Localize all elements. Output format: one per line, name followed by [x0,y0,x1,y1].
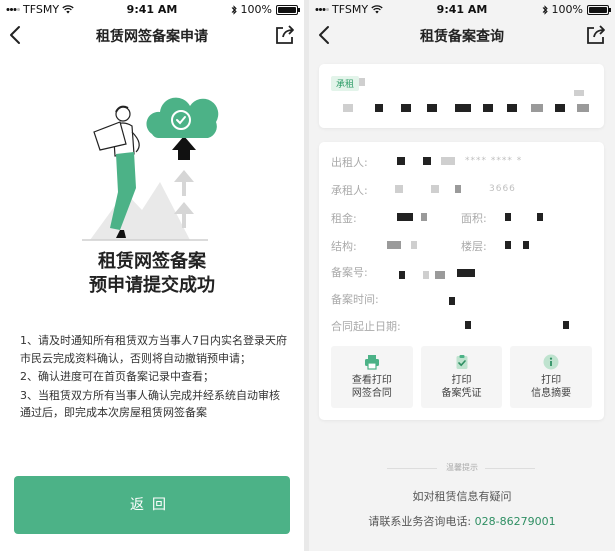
share-icon[interactable] [585,24,607,46]
print-contract-button[interactable]: 查看打印 网签合同 [331,346,413,408]
redacted-text [449,297,455,305]
nav-bar: 租赁备案查询 [309,20,615,50]
print-contract-line2: 网签合同 [351,388,392,399]
record-time-label: 备案时间: [331,293,379,306]
redacted-text [574,90,584,96]
action-buttons: 查看打印 网签合同 打印 备案凭证 打印 信息摘要 [331,346,593,408]
success-title: 租赁网签备案 预申请提交成功 [0,250,304,298]
success-line-2: 预申请提交成功 [89,275,215,296]
battery-percent: 100% [551,3,583,16]
print-voucher-line2: 备案凭证 [441,388,482,399]
battery-icon [587,4,611,15]
page-title: 租赁备案查询 [420,29,504,45]
redacted-text [375,104,383,112]
area-label: 面积: [461,212,487,225]
redacted-text [397,213,413,221]
redacted-text [465,321,471,329]
lessee-partial: 3666 [489,184,516,194]
redacted-text [431,185,439,193]
redacted-text [343,104,353,112]
lessor-masked: **** **** * [465,156,523,166]
print-summary-button[interactable]: 打印 信息摘要 [510,346,593,408]
status-right: 100% [231,3,300,16]
property-card[interactable]: 承租 [319,64,604,128]
print-summary-line2: 信息摘要 [531,388,572,399]
return-button[interactable]: 返回 [14,476,290,534]
redacted-text [441,157,455,165]
share-icon[interactable] [274,24,296,46]
status-bar: TFSMY 9:41 AM 100% [0,0,304,20]
right-screen: TFSMY 9:41 AM 100% 租赁备案查询 承租 出租人: **** *… [309,0,615,551]
print-contract-line1: 查看打印 [351,375,392,386]
success-illustration [82,97,219,241]
redacted-text [397,157,405,165]
redacted-text [359,78,365,86]
printer-icon [364,355,379,370]
left-screen: TFSMY 9:41 AM 100% 租赁网签备案申请 租赁网签备案 预申请提交… [0,0,304,551]
redacted-text [523,241,529,249]
rent-label: 租金: [331,212,357,225]
record-no-label: 备案号: [331,266,368,279]
redacted-text [411,241,417,249]
floor-label: 楼层: [461,240,487,253]
redacted-text [507,104,517,112]
print-voucher-line1: 打印 [451,375,472,386]
bluetooth-icon [231,4,237,15]
clipboard-check-icon [456,355,467,369]
redacted-text [387,241,401,249]
instructions: 1、请及时通知所有租赁双方当事人7日内实名登录天府市民云完成资料确认，否则将自动… [20,332,288,423]
success-line-1: 租赁网签备案 [98,251,206,272]
redacted-text [505,213,511,221]
print-summary-line1: 打印 [541,375,562,386]
nav-bar: 租赁网签备案申请 [0,20,304,50]
battery-percent: 100% [240,3,272,16]
page-title: 租赁网签备案申请 [96,29,208,45]
redacted-text [455,104,471,112]
redacted-text [457,269,475,277]
contract-period-label: 合同起止日期: [331,320,401,333]
instruction-3: 3、当租赁双方所有当事人确认完成并经系统自动审核通过后，即完成本次房屋租赁网签备… [20,388,280,420]
tip-phone-line: 请联系业务咨询电话: 028-86279001 [309,513,615,529]
info-icon [543,354,559,370]
lessor-label: 出租人: [331,156,368,169]
tip-title: 温馨提示 [446,463,478,472]
redacted-text [395,185,403,193]
instruction-1: 1、请及时通知所有租赁双方当事人7日内实名登录天府市民云完成资料确认，否则将自动… [20,334,287,365]
redacted-text [401,104,411,112]
redacted-text [421,213,427,221]
battery-icon [276,4,300,15]
redacted-text [555,104,565,112]
redacted-text [435,271,445,279]
redacted-text [577,104,589,112]
lessee-label: 承租人: [331,184,368,197]
tip-text: 如对租赁信息有疑问 [412,490,512,503]
redacted-text [531,104,543,112]
status-right: 100% [542,3,611,16]
redacted-text [423,157,431,165]
redacted-text [505,241,511,249]
status-bar: TFSMY 9:41 AM 100% [309,0,615,20]
instruction-2: 2、确认进度可在首页备案记录中查看； [20,370,214,383]
redacted-text [537,213,543,221]
redacted-text [423,271,429,279]
redacted-text [427,104,437,112]
redacted-text [563,321,569,329]
lessee-tag: 承租 [331,76,360,91]
redacted-text [483,104,493,112]
bluetooth-icon [542,4,548,15]
details-card: 出租人: **** **** * 承租人: 3666 租金: 面积: 结构: 楼… [319,142,604,420]
print-voucher-button[interactable]: 打印 备案凭证 [420,346,503,408]
phone-number-link[interactable]: 028-86279001 [475,515,556,528]
redacted-text [399,271,405,279]
redacted-text [455,185,461,193]
structure-label: 结构: [331,240,357,253]
tip-phone-label: 请联系业务咨询电话: [368,515,472,528]
